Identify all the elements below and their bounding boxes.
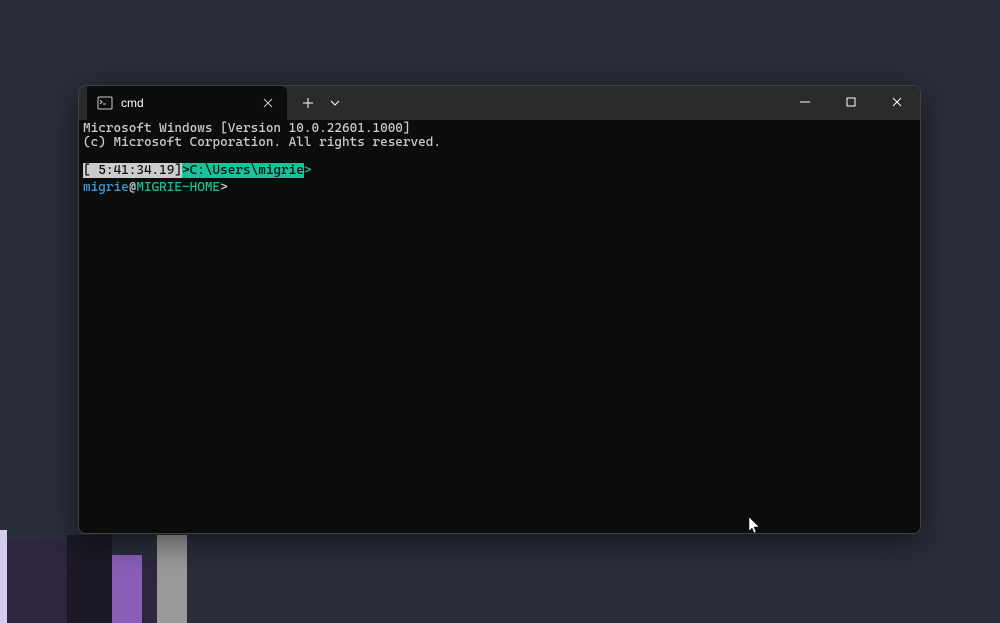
cmd-icon	[97, 95, 113, 111]
blank-line	[83, 150, 916, 164]
terminal-output[interactable]: Microsoft Windows [Version 10.0.22601.10…	[79, 120, 920, 533]
prompt-line-1: [ 5:41:34.19]>C:\Users\migrie>	[83, 164, 916, 178]
close-button[interactable]	[874, 86, 920, 118]
bg-pixel	[112, 555, 142, 623]
output-line: Microsoft Windows [Version 10.0.22601.10…	[83, 122, 916, 136]
terminal-window: cmd	[78, 85, 921, 534]
bg-pixel	[142, 560, 157, 623]
bg-pixel	[157, 535, 187, 623]
prompt-suffix: >	[304, 163, 312, 178]
text-cursor	[228, 178, 235, 191]
bg-pixel	[67, 535, 112, 623]
host-segment: MIGRIE-HOME	[136, 180, 220, 195]
titlebar[interactable]: cmd	[79, 86, 920, 120]
tab-close-button[interactable]	[259, 94, 277, 112]
bg-pixel	[0, 530, 7, 623]
window-controls	[782, 86, 920, 118]
prompt-suffix: >	[220, 180, 228, 195]
new-tab-button[interactable]	[293, 88, 323, 118]
path-segment: >C:\Users\migrie	[182, 163, 304, 178]
time-segment: [ 5:41:34.19]	[83, 163, 182, 178]
tab-dropdown-button[interactable]	[323, 88, 347, 118]
bg-pixel	[7, 540, 67, 623]
user-segment: migrie	[83, 180, 129, 195]
tab-title: cmd	[121, 96, 251, 110]
maximize-button[interactable]	[828, 86, 874, 118]
output-line: (c) Microsoft Corporation. All rights re…	[83, 136, 916, 150]
minimize-button[interactable]	[782, 86, 828, 118]
terminal-tab[interactable]: cmd	[87, 86, 287, 120]
prompt-line-2: migrie@MIGRIE-HOME>	[83, 178, 916, 192]
mouse-cursor-icon	[749, 517, 761, 535]
